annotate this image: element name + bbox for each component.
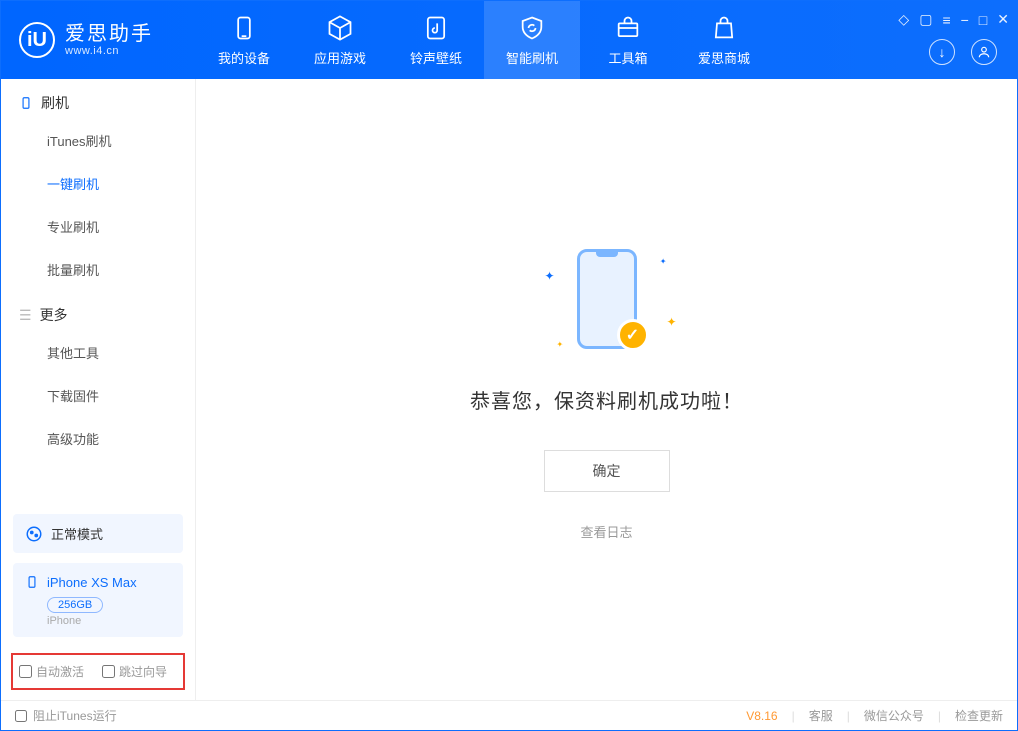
tab-label: 工具箱: [608, 48, 647, 67]
footer: 阻止iTunes运行 V8.16 | 客服 | 微信公众号 | 检查更新: [1, 700, 1017, 730]
logo-icon: iU: [19, 22, 55, 58]
header-action-icons: ↓: [929, 39, 997, 65]
device-box[interactable]: iPhone XS Max 256GB iPhone: [13, 563, 183, 637]
cube-icon: [326, 14, 354, 42]
sidebar-item-pro-flash[interactable]: 专业刷机: [1, 205, 195, 248]
version-label: V8.16: [746, 709, 777, 723]
tab-label: 我的设备: [218, 48, 270, 67]
tab-label: 智能刷机: [506, 48, 558, 67]
section-more-title: ☰ 更多: [1, 291, 195, 331]
header: iU 爱思助手 www.i4.cn 我的设备 应用游戏 铃声壁纸 智能刷机 工具…: [1, 1, 1017, 79]
capacity-badge: 256GB: [47, 597, 103, 613]
phone-notch: [596, 251, 618, 257]
hamburger-icon: ☰: [19, 307, 32, 324]
refresh-shield-icon: [518, 14, 546, 42]
sidebar-item-itunes-flash[interactable]: iTunes刷机: [1, 119, 195, 162]
main-content: ✦ ✦ ✦ ✦ ✓ 恭喜您，保资料刷机成功啦！ 确定 查看日志: [196, 79, 1017, 700]
sidebar-item-download-firmware[interactable]: 下载固件: [1, 374, 195, 417]
checkbox-auto-activate-input[interactable]: [19, 665, 32, 678]
device-icon: [230, 14, 258, 42]
device-small-icon: [25, 573, 39, 591]
mode-box[interactable]: 正常模式: [13, 514, 183, 553]
window-controls: ◇ ▢ ≡ − □ ✕: [898, 11, 1009, 28]
device-name-label: iPhone XS Max: [47, 575, 137, 590]
checkbox-skip-guide-input[interactable]: [102, 665, 115, 678]
sidebar: 刷机 iTunes刷机 一键刷机 专业刷机 批量刷机 ☰ 更多 其他工具 下载固…: [1, 79, 196, 700]
view-log-link[interactable]: 查看日志: [580, 522, 632, 541]
user-icon[interactable]: [971, 39, 997, 65]
footer-link-support[interactable]: 客服: [809, 707, 833, 724]
sidebar-item-oneclick-flash[interactable]: 一键刷机: [1, 162, 195, 205]
bag-icon: [710, 14, 738, 42]
block-itunes-option[interactable]: 阻止iTunes运行: [15, 707, 117, 724]
minimize-button[interactable]: −: [961, 12, 969, 28]
mode-icon: [25, 525, 43, 543]
tab-ringtone-wallpaper[interactable]: 铃声壁纸: [388, 1, 484, 79]
checkbox-skip-guide[interactable]: 跳过向导: [102, 663, 167, 680]
app-url: www.i4.cn: [65, 45, 153, 57]
sparkle-icon: ✦: [660, 257, 667, 266]
shirt-icon[interactable]: ◇: [898, 11, 909, 28]
tab-apps-games[interactable]: 应用游戏: [292, 1, 388, 79]
block-itunes-checkbox[interactable]: [15, 710, 27, 722]
mode-label: 正常模式: [51, 524, 103, 543]
close-button[interactable]: ✕: [997, 11, 1009, 28]
confirm-button[interactable]: 确定: [544, 450, 670, 492]
tab-toolbox[interactable]: 工具箱: [580, 1, 676, 79]
cube-small-icon[interactable]: ▢: [919, 11, 932, 28]
section-flash-title: 刷机: [1, 79, 195, 119]
device-type-label: iPhone: [47, 615, 171, 627]
sparkle-icon: ✦: [666, 315, 676, 329]
sparkle-icon: ✦: [557, 340, 564, 349]
phone-small-icon: [19, 95, 33, 111]
footer-link-wechat[interactable]: 微信公众号: [864, 707, 924, 724]
app-name: 爱思助手: [65, 23, 153, 45]
toolbox-icon: [614, 14, 642, 42]
tab-smart-flash[interactable]: 智能刷机: [484, 1, 580, 79]
footer-link-update[interactable]: 检查更新: [955, 707, 1003, 724]
sidebar-item-batch-flash[interactable]: 批量刷机: [1, 248, 195, 291]
tab-store[interactable]: 爱思商城: [676, 1, 772, 79]
nav-tabs: 我的设备 应用游戏 铃声壁纸 智能刷机 工具箱 爱思商城: [196, 1, 772, 79]
check-circle-icon: ✓: [617, 319, 649, 351]
sparkle-icon: ✦: [545, 269, 555, 283]
success-illustration: ✦ ✦ ✦ ✦ ✓: [527, 239, 687, 359]
tab-my-device[interactable]: 我的设备: [196, 1, 292, 79]
sidebar-item-advanced[interactable]: 高级功能: [1, 417, 195, 460]
logo-area: iU 爱思助手 www.i4.cn: [1, 22, 196, 58]
tab-label: 应用游戏: [314, 48, 366, 67]
menu-icon[interactable]: ≡: [942, 12, 950, 28]
activation-options: 自动激活 跳过向导: [11, 653, 185, 690]
tab-label: 爱思商城: [698, 48, 750, 67]
music-file-icon: [422, 14, 450, 42]
download-icon[interactable]: ↓: [929, 39, 955, 65]
sidebar-item-other-tools[interactable]: 其他工具: [1, 331, 195, 374]
maximize-button[interactable]: □: [979, 12, 987, 28]
success-message: 恭喜您，保资料刷机成功啦！: [470, 385, 743, 414]
checkbox-auto-activate[interactable]: 自动激活: [19, 663, 84, 680]
tab-label: 铃声壁纸: [410, 48, 462, 67]
